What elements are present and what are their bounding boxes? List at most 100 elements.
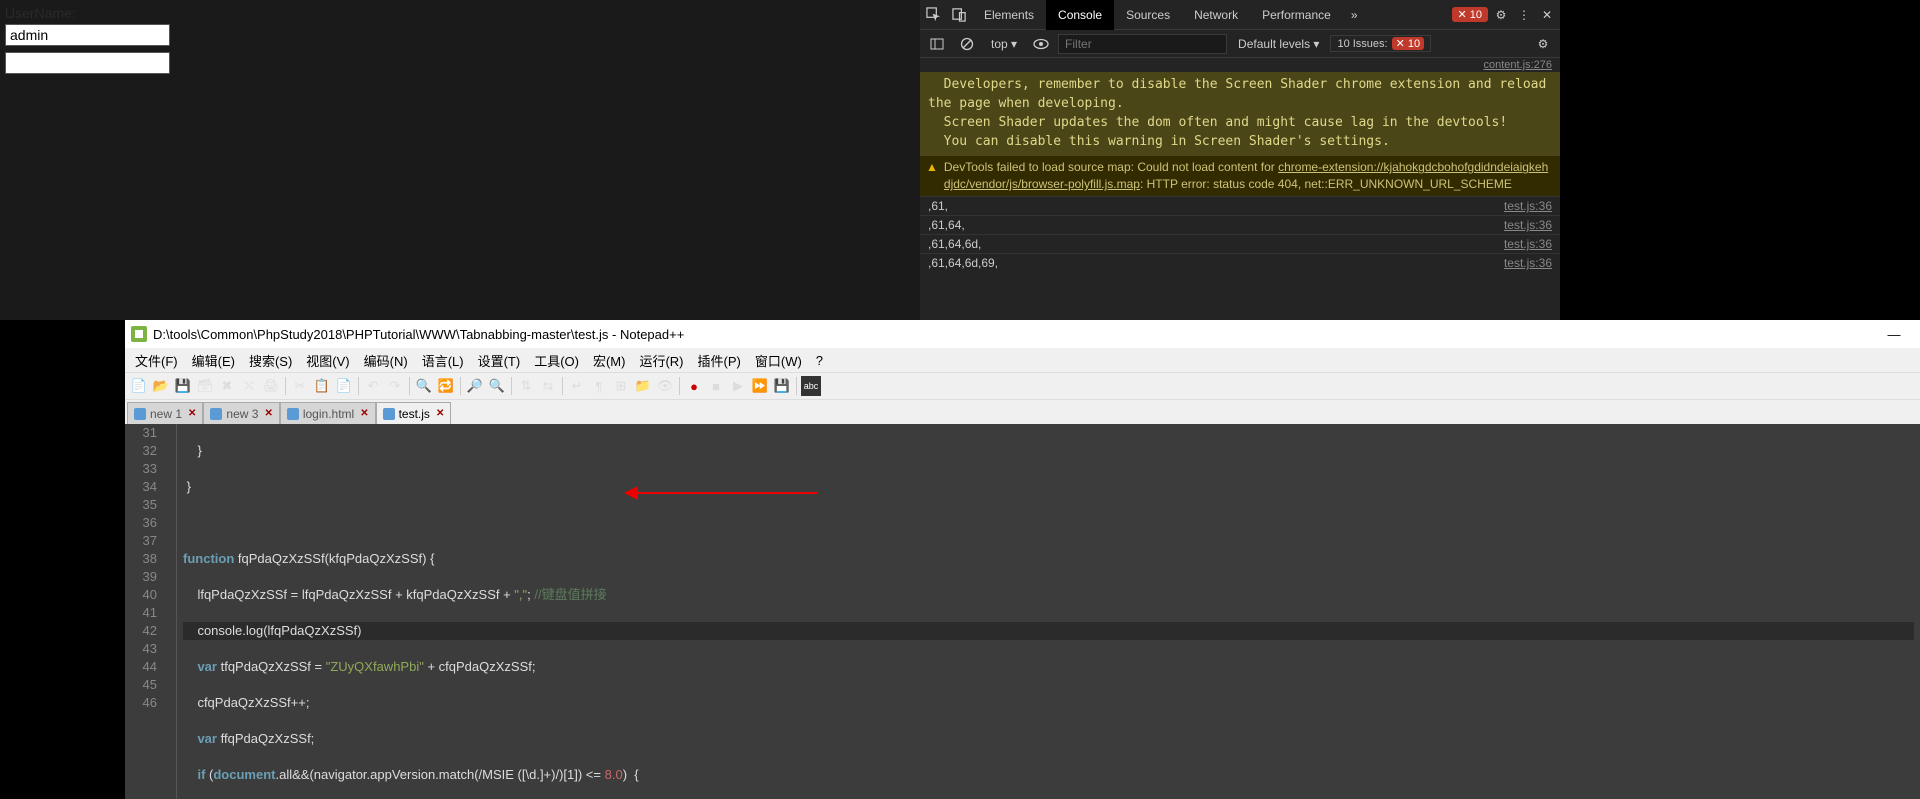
settings-gear-icon[interactable]: ⚙ <box>1488 8 1514 22</box>
console-log-row: ,61,64,test.js:36 <box>920 215 1560 234</box>
console-log-row: ,61,64,6d,69,test.js:36 <box>920 253 1560 272</box>
console-source-link[interactable]: test.js:36 <box>1504 237 1552 251</box>
menu-item[interactable]: 运行(R) <box>633 349 689 372</box>
editor-tab[interactable]: login.html✕ <box>280 402 376 424</box>
npp-titlebar[interactable]: D:\tools\Common\PhpStudy2018\PHPTutorial… <box>125 320 1920 348</box>
editor-tab[interactable]: test.js✕ <box>376 402 452 424</box>
log-levels-selector[interactable]: Default levels ▾ <box>1231 36 1326 52</box>
fold-gutter[interactable] <box>163 424 177 799</box>
sync-v-icon[interactable]: ⇅ <box>516 376 536 396</box>
menu-item[interactable]: 窗口(W) <box>749 349 808 372</box>
line-number: 34 <box>125 478 157 496</box>
new-file-icon[interactable]: 📄 <box>129 376 149 396</box>
editor-tab[interactable]: new 3✕ <box>203 402 279 424</box>
save-icon[interactable]: 💾 <box>173 376 193 396</box>
error-count-badge[interactable]: ✕10 <box>1452 7 1488 22</box>
line-number: 43 <box>125 640 157 658</box>
cut-icon[interactable]: ✂ <box>290 376 310 396</box>
npp-menubar: 文件(F)编辑(E)搜索(S)视图(V)编码(N)语言(L)设置(T)工具(O)… <box>125 348 1920 372</box>
filter-input[interactable] <box>1058 34 1227 54</box>
more-tabs-icon[interactable]: » <box>1343 8 1366 22</box>
menu-item[interactable]: 设置(T) <box>472 349 527 372</box>
code-area[interactable]: } } function fqPdaQzXzSSf(kfqPdaQzXzSSf)… <box>177 424 1920 799</box>
username-input[interactable] <box>5 24 170 46</box>
close-tab-icon[interactable]: ✕ <box>436 408 444 419</box>
stop-macro-icon[interactable]: ■ <box>706 376 726 396</box>
line-number: 39 <box>125 568 157 586</box>
menu-item[interactable]: 宏(M) <box>587 349 632 372</box>
menu-item[interactable]: 插件(P) <box>692 349 747 372</box>
npp-toolbar: 📄 📂 💾 🗃 ✖ ⛌ 🖨 ✂ 📋 📄 ↶ ↷ 🔍 🔁 🔎 🔍 ⇅ ⇆ ↵ ¶ … <box>125 372 1920 400</box>
sync-h-icon[interactable]: ⇆ <box>538 376 558 396</box>
console-warning-block: Developers, remember to disable the Scre… <box>920 72 1560 155</box>
record-macro-icon[interactable]: ● <box>684 376 704 396</box>
menu-item[interactable]: ? <box>810 351 829 370</box>
show-all-icon[interactable]: ¶ <box>589 376 609 396</box>
console-source-link[interactable]: content.js:276 <box>920 58 1560 72</box>
window-minimize-icon[interactable]: — <box>1874 327 1914 342</box>
line-number: 32 <box>125 442 157 460</box>
close-devtools-icon[interactable]: ✕ <box>1534 8 1560 22</box>
sourcemap-warning-row: ▲ DevTools failed to load source map: Co… <box>920 155 1560 196</box>
copy-icon[interactable]: 📋 <box>312 376 332 396</box>
live-expression-icon[interactable] <box>1028 31 1054 57</box>
npp-tabbar: new 1✕new 3✕login.html✕test.js✕ <box>125 400 1920 424</box>
tab-network[interactable]: Network <box>1182 0 1250 30</box>
menu-item[interactable]: 编辑(E) <box>186 349 241 372</box>
undo-icon[interactable]: ↶ <box>363 376 383 396</box>
close-tab-icon[interactable]: ✕ <box>188 408 196 419</box>
close-tab-icon[interactable]: ✕ <box>264 408 272 419</box>
line-number: 33 <box>125 460 157 478</box>
context-selector[interactable]: top ▾ <box>984 36 1024 52</box>
close-tab-icon[interactable]: ✕ <box>360 408 368 419</box>
editor-tab[interactable]: new 1✕ <box>127 402 203 424</box>
console-settings-icon[interactable]: ⚙ <box>1530 37 1556 51</box>
indent-guide-icon[interactable]: ⊞ <box>611 376 631 396</box>
close-file-icon[interactable]: ✖ <box>217 376 237 396</box>
redo-icon[interactable]: ↷ <box>385 376 405 396</box>
play-macro-icon[interactable]: ▶ <box>728 376 748 396</box>
console-log-row: ,61,64,6d,test.js:36 <box>920 234 1560 253</box>
save-macro-icon[interactable]: 💾 <box>772 376 792 396</box>
spellcheck-icon[interactable]: abc <box>801 376 821 396</box>
console-source-link[interactable]: test.js:36 <box>1504 218 1552 232</box>
monitor-icon[interactable]: 👁 <box>655 376 675 396</box>
print-icon[interactable]: 🖨 <box>261 376 281 396</box>
tab-sources[interactable]: Sources <box>1114 0 1182 30</box>
issues-counter[interactable]: 10 Issues: ✕ 10 <box>1330 35 1431 52</box>
menu-item[interactable]: 工具(O) <box>528 349 585 372</box>
menu-item[interactable]: 搜索(S) <box>243 349 298 372</box>
device-toggle-icon[interactable] <box>946 2 972 28</box>
tab-elements[interactable]: Elements <box>972 0 1046 30</box>
menu-item[interactable]: 语言(L) <box>416 349 470 372</box>
code-editor[interactable]: 31323334353637383940414243444546 } } fun… <box>125 424 1920 799</box>
paste-icon[interactable]: 📄 <box>334 376 354 396</box>
zoom-in-icon[interactable]: 🔎 <box>465 376 485 396</box>
password-input[interactable] <box>5 52 170 74</box>
file-icon <box>134 408 146 420</box>
console-source-link[interactable]: test.js:36 <box>1504 256 1552 270</box>
line-number: 40 <box>125 586 157 604</box>
folder-icon[interactable]: 📁 <box>633 376 653 396</box>
play-multi-icon[interactable]: ⏩ <box>750 376 770 396</box>
menu-item[interactable]: 编码(N) <box>358 349 414 372</box>
line-number-gutter: 31323334353637383940414243444546 <box>125 424 163 799</box>
zoom-out-icon[interactable]: 🔍 <box>487 376 507 396</box>
console-sidebar-toggle-icon[interactable] <box>924 31 950 57</box>
tab-console[interactable]: Console <box>1046 0 1114 30</box>
wordwrap-icon[interactable]: ↵ <box>567 376 587 396</box>
file-icon <box>383 408 395 420</box>
console-source-link[interactable]: test.js:36 <box>1504 199 1552 213</box>
tab-performance[interactable]: Performance <box>1250 0 1343 30</box>
clear-console-icon[interactable] <box>954 31 980 57</box>
open-file-icon[interactable]: 📂 <box>151 376 171 396</box>
find-icon[interactable]: 🔍 <box>414 376 434 396</box>
menu-item[interactable]: 视图(V) <box>300 349 355 372</box>
save-all-icon[interactable]: 🗃 <box>195 376 215 396</box>
close-all-icon[interactable]: ⛌ <box>239 376 259 396</box>
menu-item[interactable]: 文件(F) <box>129 349 184 372</box>
npp-app-icon <box>131 326 147 342</box>
more-menu-icon[interactable]: ⋮ <box>1514 8 1534 22</box>
inspect-element-icon[interactable] <box>920 2 946 28</box>
replace-icon[interactable]: 🔁 <box>436 376 456 396</box>
